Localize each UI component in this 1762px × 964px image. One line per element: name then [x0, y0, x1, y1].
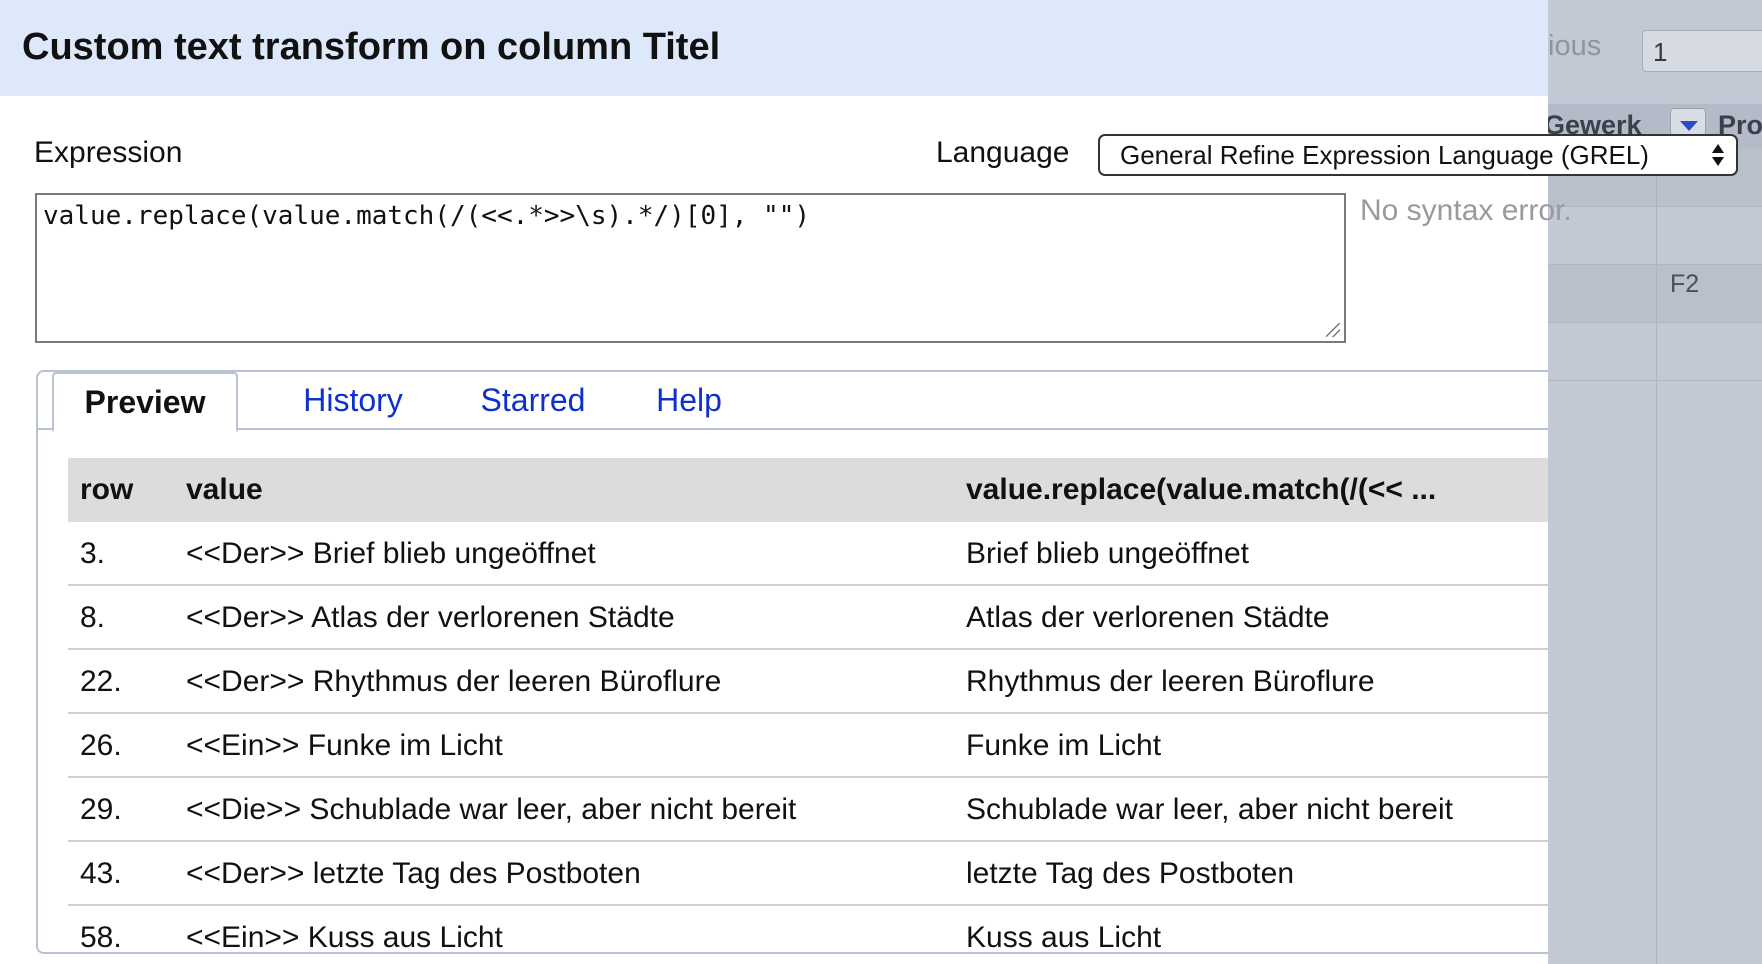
language-select-value: General Refine Expression Language (GREL…	[1120, 140, 1649, 170]
grid-cell[interactable]: F2	[1670, 270, 1699, 299]
select-arrows-icon	[1710, 142, 1726, 168]
table-row: 3. <<Der>> Brief blieb ungeöffnet Brief …	[68, 522, 1548, 586]
row-result: letzte Tag des Postboten	[966, 857, 1295, 890]
table-row: 58. <<Ein>> Kuss aus Licht Kuss aus Lich…	[68, 906, 1548, 964]
table-row: 22. <<Der>> Rhythmus der leeren Büroflur…	[68, 650, 1548, 714]
row-value: <<Der>> letzte Tag des Postboten	[186, 857, 641, 890]
row-value: <<Der>> Rhythmus der leeren Büroflure	[186, 665, 722, 698]
grid-divider	[1548, 206, 1762, 207]
row-value: <<Der>> Brief blieb ungeöffnet	[186, 537, 596, 570]
table-row: 43. <<Der>> letzte Tag des Postboten let…	[68, 842, 1548, 906]
expression-textarea[interactable]: value.replace(value.match(/(<<.*>>\s).*/…	[35, 193, 1346, 343]
page-number-input[interactable]: 1	[1642, 30, 1762, 72]
row-result: Funke im Licht	[966, 729, 1162, 762]
row-value: <<Die>> Schublade war leer, aber nicht b…	[186, 793, 797, 826]
resize-handle-icon[interactable]	[1326, 323, 1340, 337]
tab-preview[interactable]: Preview	[52, 372, 238, 432]
tabs-panel: Preview History Starred Help row value v…	[36, 370, 1548, 954]
grid-row-band	[1548, 264, 1762, 322]
header-value: value	[186, 473, 263, 506]
row-result: Rhythmus der leeren Büroflure	[966, 665, 1375, 698]
tab-history[interactable]: History	[278, 372, 428, 430]
dialog-titlebar: Custom text transform on column Titel	[0, 0, 1548, 96]
row-number: 8.	[80, 601, 106, 634]
row-number: 26.	[80, 729, 122, 762]
preview-table: row value value.replace(value.match(/(<<…	[68, 458, 1548, 964]
syntax-status: No syntax error.	[1360, 194, 1572, 227]
expression-label: Expression	[34, 136, 183, 169]
row-number: 43.	[80, 857, 122, 890]
row-value: <<Ein>> Funke im Licht	[186, 729, 503, 762]
tab-strip: Preview History Starred Help	[38, 372, 1548, 432]
pager-previous-link[interactable]: ious	[1548, 30, 1601, 63]
row-number: 29.	[80, 793, 122, 826]
grid-divider	[1548, 380, 1762, 381]
grid-divider	[1548, 322, 1762, 323]
header-row: row	[80, 473, 134, 506]
grid-divider	[1548, 264, 1762, 265]
dialog-title: Custom text transform on column Titel	[22, 26, 721, 68]
table-row: 26. <<Ein>> Funke im Licht Funke im Lich…	[68, 714, 1548, 778]
language-select[interactable]: General Refine Expression Language (GREL…	[1098, 134, 1738, 176]
grid-divider	[1656, 148, 1657, 964]
row-result: Brief blieb ungeöffnet	[966, 537, 1249, 570]
header-result: value.replace(value.match(/(<< ...	[966, 473, 1437, 506]
expression-text: value.replace(value.match(/(<<.*>>\s).*/…	[43, 201, 811, 231]
pager: ious 1	[1548, 30, 1762, 72]
row-number: 22.	[80, 665, 122, 698]
tab-starred[interactable]: Starred	[458, 372, 608, 430]
table-header: row value value.replace(value.match(/(<<…	[68, 458, 1548, 522]
row-number: 3.	[80, 537, 106, 570]
language-label: Language	[936, 136, 1070, 169]
row-result: Atlas der verlorenen Städte	[966, 601, 1330, 634]
row-value: <<Der>> Atlas der verlorenen Städte	[186, 601, 675, 634]
row-number: 58.	[80, 921, 122, 954]
table-row: 29. <<Die>> Schublade war leer, aber nic…	[68, 778, 1548, 842]
row-result: Kuss aus Licht	[966, 921, 1162, 954]
table-row: 8. <<Der>> Atlas der verlorenen Städte A…	[68, 586, 1548, 650]
tab-help[interactable]: Help	[634, 372, 744, 430]
row-result: Schublade war leer, aber nicht bereit	[966, 793, 1453, 826]
row-value: <<Ein>> Kuss aus Licht	[186, 921, 503, 954]
